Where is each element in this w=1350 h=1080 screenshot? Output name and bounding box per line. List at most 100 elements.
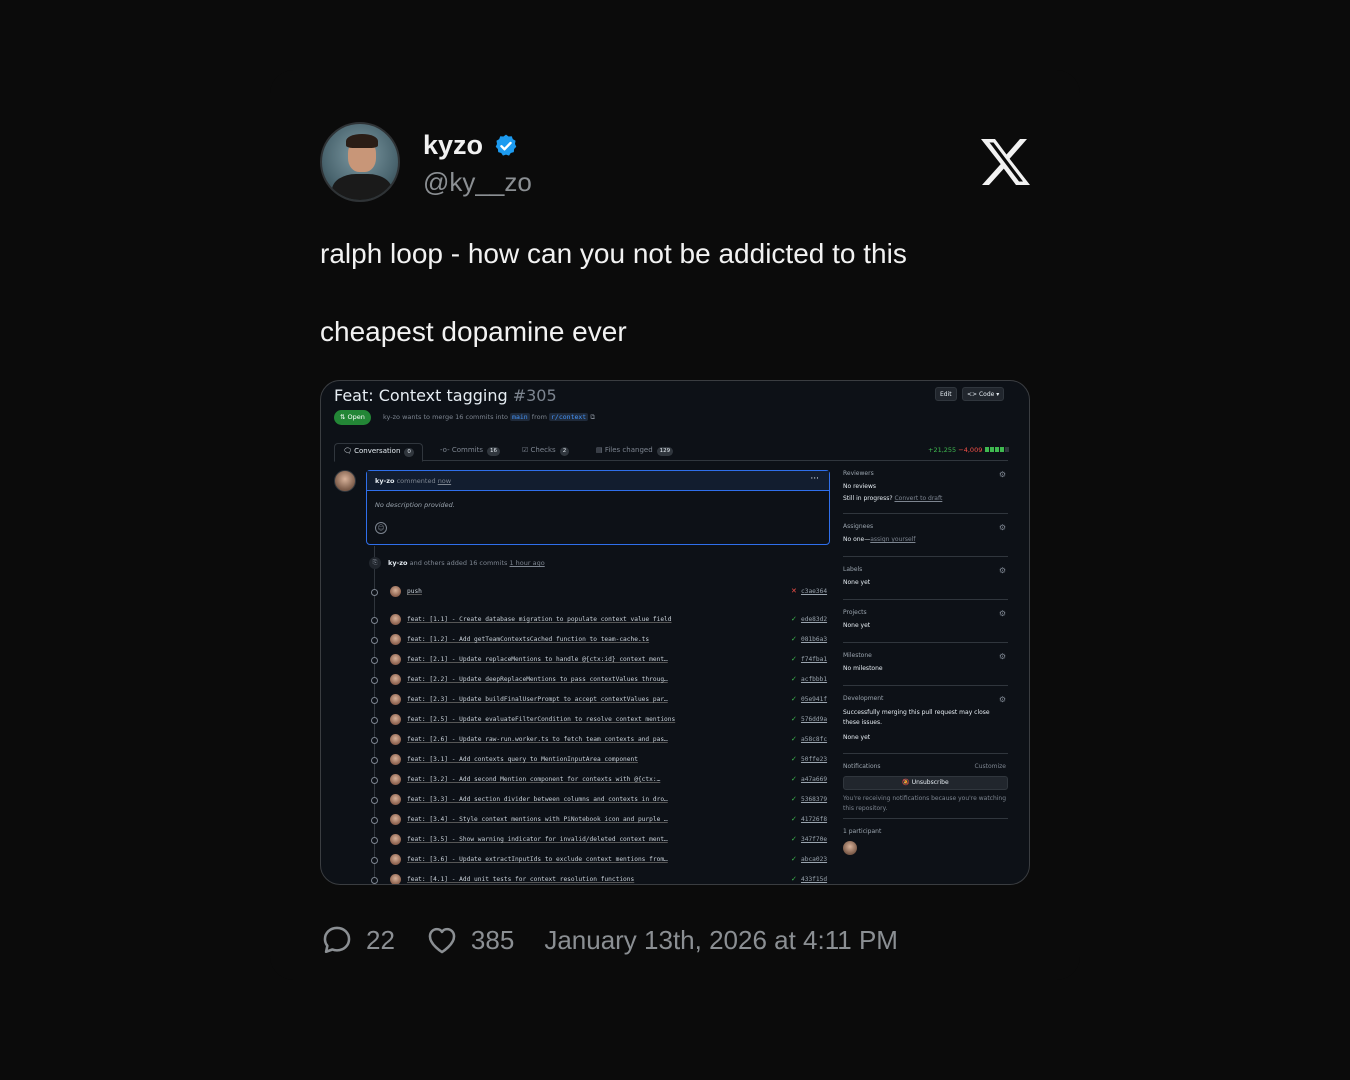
commit-message[interactable]: feat: [4.1] - Add unit tests for context… <box>407 876 634 883</box>
commit-sha[interactable]: a58c8fc <box>801 736 827 743</box>
unsubscribe-button[interactable]: 🔕 Unsubscribe <box>843 776 1008 790</box>
head-branch[interactable]: r/context <box>549 413 589 421</box>
check-icon[interactable]: ✓ <box>791 755 797 763</box>
tab-conversation[interactable]: 🗨 Conversation 0 <box>334 443 423 462</box>
commit-author-avatar[interactable] <box>390 874 401 884</box>
commit-message[interactable]: feat: [3.3] - Add section divider betwee… <box>407 796 668 803</box>
edit-button[interactable]: Edit <box>935 387 957 401</box>
commit-sha[interactable]: 5368379 <box>801 796 827 803</box>
code-button[interactable]: <> Code ▾ <box>962 387 1005 401</box>
commit-row[interactable]: feat: [3.4] - Style context mentions wit… <box>369 814 831 826</box>
copy-icon[interactable]: ⧉ <box>590 413 595 421</box>
check-icon[interactable]: ✓ <box>791 675 797 683</box>
gear-icon[interactable]: ⚙ <box>999 523 1006 532</box>
commit-author-avatar[interactable] <box>390 694 401 705</box>
commit-sha[interactable]: a47a669 <box>801 776 827 783</box>
commit-row[interactable]: feat: [3.5] - Show warning indicator for… <box>369 834 831 846</box>
check-icon[interactable]: ✓ <box>791 735 797 743</box>
commit-author-avatar[interactable] <box>390 714 401 725</box>
commit-author-avatar[interactable] <box>390 834 401 845</box>
commit-message[interactable]: feat: [2.2] - Update deepReplaceMentions… <box>407 676 668 683</box>
base-branch[interactable]: main <box>510 413 530 421</box>
tab-commits[interactable]: -o- Commits 16 <box>432 443 508 461</box>
check-icon[interactable]: ✓ <box>791 795 797 803</box>
commit-message[interactable]: feat: [2.1] - Update replaceMentions to … <box>407 656 668 663</box>
commit-sha[interactable]: c3ae364 <box>801 588 827 595</box>
added-author[interactable]: ky-zo <box>388 559 408 567</box>
commit-message[interactable]: feat: [3.6] - Update extractInputIds to … <box>407 856 668 863</box>
commit-author-avatar[interactable] <box>390 614 401 625</box>
check-icon[interactable]: ✓ <box>791 815 797 823</box>
commit-sha[interactable]: 50ffe23 <box>801 756 827 763</box>
like-button[interactable]: 385 <box>425 923 514 957</box>
commit-author-avatar[interactable] <box>390 794 401 805</box>
check-icon[interactable]: ✓ <box>791 775 797 783</box>
commit-row[interactable]: feat: [3.6] - Update extractInputIds to … <box>369 854 831 866</box>
commit-sha[interactable]: 05e941f <box>801 696 827 703</box>
commit-message[interactable]: feat: [3.2] - Add second Mention compone… <box>407 776 660 783</box>
commit-author-avatar[interactable] <box>390 774 401 785</box>
comment-time[interactable]: now <box>438 477 451 485</box>
commit-row[interactable]: feat: [2.5] - Update evaluateFilterCondi… <box>369 714 831 726</box>
participant-avatar[interactable] <box>843 841 857 855</box>
commit-row[interactable]: feat: [2.2] - Update deepReplaceMentions… <box>369 674 831 686</box>
tab-files-changed[interactable]: ▤ Files changed 129 <box>588 443 681 461</box>
check-icon[interactable]: ✓ <box>791 695 797 703</box>
commit-author-avatar[interactable] <box>390 654 401 665</box>
gear-icon[interactable]: ⚙ <box>999 609 1006 618</box>
commit-row[interactable]: feat: [3.3] - Add section divider betwee… <box>369 794 831 806</box>
x-logo-icon[interactable] <box>979 138 1031 186</box>
check-icon[interactable]: ✓ <box>791 875 797 883</box>
reply-button[interactable]: 22 <box>320 923 395 957</box>
commit-row[interactable]: feat: [3.1] - Add contexts query to Ment… <box>369 754 831 766</box>
check-icon[interactable]: ✓ <box>791 635 797 643</box>
commit-row[interactable]: feat: [2.3] - Update buildFinalUserPromp… <box>369 694 831 706</box>
commit-message[interactable]: feat: [3.1] - Add contexts query to Ment… <box>407 756 638 763</box>
check-icon[interactable]: ✓ <box>791 615 797 623</box>
customize-link[interactable]: Customize <box>975 763 1007 770</box>
commit-message[interactable]: feat: [2.5] - Update evaluateFilterCondi… <box>407 716 675 723</box>
tweet-date[interactable]: January 13th, 2026 at 4:11 PM <box>544 925 898 956</box>
commit-sha[interactable]: 41726f8 <box>801 816 827 823</box>
convert-to-draft-link[interactable]: Convert to draft <box>894 495 942 502</box>
user-avatar[interactable] <box>320 122 400 202</box>
commit-sha[interactable]: 576dd9a <box>801 716 827 723</box>
gear-icon[interactable]: ⚙ <box>999 652 1006 661</box>
commit-sha[interactable]: f74fba1 <box>801 656 827 663</box>
emoji-reaction-icon[interactable]: ☺ <box>375 522 387 534</box>
commit-message[interactable]: feat: [3.5] - Show warning indicator for… <box>407 836 668 843</box>
check-icon[interactable]: ✓ <box>791 715 797 723</box>
commit-row[interactable]: feat: [4.1] - Add unit tests for context… <box>369 874 831 884</box>
check-icon[interactable]: ✓ <box>791 835 797 843</box>
check-icon[interactable]: ✓ <box>791 655 797 663</box>
assign-yourself-link[interactable]: assign yourself <box>870 536 915 543</box>
commit-message[interactable]: feat: [1.1] - Create database migration … <box>407 616 672 623</box>
user-handle[interactable]: @ky__zo <box>423 167 532 198</box>
commit-row[interactable]: feat: [2.1] - Update replaceMentions to … <box>369 654 831 666</box>
commit-author-avatar[interactable] <box>390 586 401 597</box>
commit-message[interactable]: feat: [3.4] - Style context mentions wit… <box>407 816 668 823</box>
commit-message[interactable]: feat: [2.6] - Update raw-run.worker.ts t… <box>407 736 668 743</box>
commit-row[interactable]: feat: [2.6] - Update raw-run.worker.ts t… <box>369 734 831 746</box>
commit-row[interactable]: feat: [3.2] - Add second Mention compone… <box>369 774 831 786</box>
x-icon[interactable]: ✕ <box>791 587 797 595</box>
commenter-avatar[interactable] <box>334 470 356 492</box>
commit-row[interactable]: push ✕ c3ae364 <box>369 586 831 598</box>
commit-sha[interactable]: 433f15d <box>801 876 827 883</box>
commit-author-avatar[interactable] <box>390 734 401 745</box>
commit-sha[interactable]: abca023 <box>801 856 827 863</box>
gear-icon[interactable]: ⚙ <box>999 695 1006 704</box>
gear-icon[interactable]: ⚙ <box>999 566 1006 575</box>
commit-row[interactable]: feat: [1.2] - Add getTeamContextsCached … <box>369 634 831 646</box>
commit-author-avatar[interactable] <box>390 854 401 865</box>
more-options-icon[interactable]: ··· <box>810 474 819 484</box>
commit-sha[interactable]: 347f70e <box>801 836 827 843</box>
commit-message[interactable]: push <box>407 588 422 595</box>
display-name[interactable]: kyzo <box>423 130 519 161</box>
commit-message[interactable]: feat: [1.2] - Add getTeamContextsCached … <box>407 636 649 643</box>
gear-icon[interactable]: ⚙ <box>999 470 1006 479</box>
commit-sha[interactable]: 081b6a3 <box>801 636 827 643</box>
tab-checks[interactable]: ☑ Checks 2 <box>514 443 577 461</box>
check-icon[interactable]: ✓ <box>791 855 797 863</box>
commit-sha[interactable]: ede83d2 <box>801 616 827 623</box>
